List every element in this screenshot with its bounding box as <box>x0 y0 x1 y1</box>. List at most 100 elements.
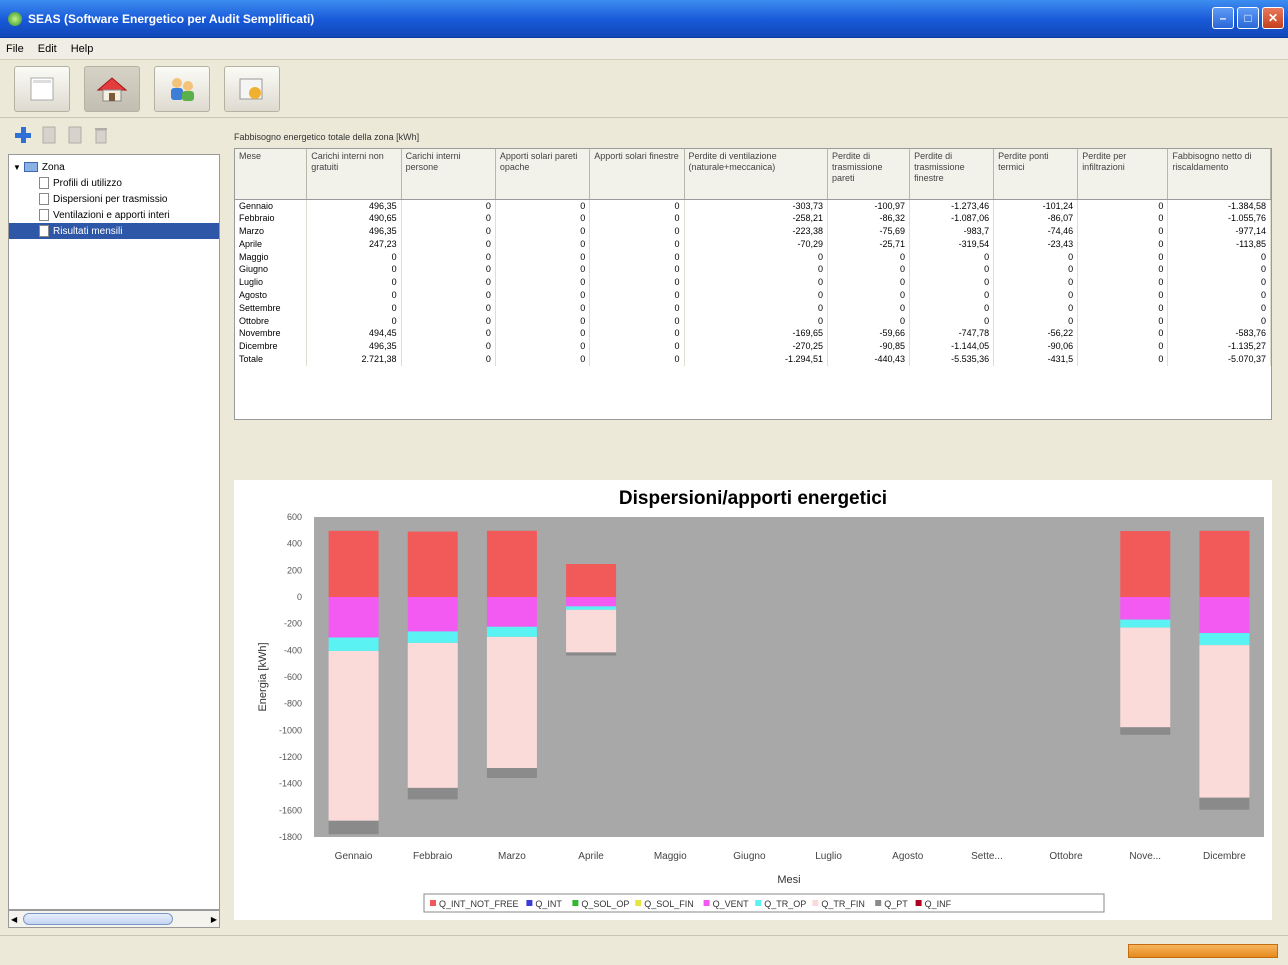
y-axis-label: Energia [kWh] <box>257 642 269 711</box>
value-cell: -100,97 <box>827 199 911 213</box>
value-cell: -1.135,27 <box>1167 340 1271 354</box>
chart-button[interactable] <box>224 65 280 112</box>
value-cell: 0 <box>1167 263 1271 277</box>
tree-horizontal-scrollbar[interactable]: ◀ ▶ <box>8 910 220 928</box>
document-edit-icon <box>42 126 56 144</box>
y-tick-label: -800 <box>284 699 302 709</box>
column-header[interactable]: Perdite ponti termici <box>993 149 1079 200</box>
x-tick-label: Nove... <box>1129 851 1161 862</box>
app-icon <box>8 11 22 26</box>
edit-button[interactable] <box>40 124 58 146</box>
home-button[interactable] <box>84 65 140 112</box>
bar-segment <box>328 597 379 638</box>
tree-item-risultati[interactable]: Risultati mensili <box>9 223 219 239</box>
legend-label: Q_INT <box>535 899 562 909</box>
column-header[interactable]: Perdite di ventilazione (naturale+meccan… <box>684 149 829 200</box>
value-cell: 2.721,38 <box>306 353 402 366</box>
column-header[interactable]: Perdite di trasmissione pareti <box>827 149 911 200</box>
people-button[interactable] <box>154 65 210 112</box>
add-button[interactable] <box>14 124 32 146</box>
zone-tree[interactable]: ▼ Zona Profili di utilizzo Dispersioni p… <box>8 154 220 910</box>
progress-bar <box>1128 944 1278 958</box>
value-cell: 247,23 <box>306 237 402 251</box>
value-cell: -101,24 <box>993 199 1079 213</box>
value-cell: 0 <box>589 314 685 328</box>
bar-segment <box>407 631 458 643</box>
value-cell: 0 <box>993 301 1079 315</box>
column-header[interactable]: Perdite di trasmissione finestre <box>909 149 995 200</box>
column-header[interactable]: Carichi interni non gratuiti <box>306 149 402 200</box>
value-cell: 0 <box>827 263 911 277</box>
table-row[interactable]: Ottobre 0 0 0 0 0 0 0 0 0 0 <box>235 314 1271 328</box>
results-panel: Fabbisogno energetico totale della zona … <box>226 120 1284 935</box>
legend-swatch <box>703 900 710 906</box>
delete-button[interactable] <box>92 124 110 146</box>
value-cell: 0 <box>306 301 402 315</box>
table-row[interactable]: Agosto 0 0 0 0 0 0 0 0 0 0 <box>235 289 1271 302</box>
expand-arrow-icon[interactable]: ▼ <box>13 163 21 172</box>
value-cell: 0 <box>306 289 402 302</box>
value-cell: 0 <box>1077 289 1169 302</box>
bar-segment <box>566 609 617 653</box>
column-header[interactable]: Apporti solari pareti opache <box>495 149 591 200</box>
close-button[interactable]: ✕ <box>1262 7 1284 29</box>
table-row[interactable]: Novembre 494,45 0 0 0 -169,65 -59,66 -747,78 -56… <box>235 327 1271 341</box>
column-header[interactable]: Apporti solari finestre <box>589 149 685 200</box>
copy-button[interactable] <box>66 124 84 146</box>
value-cell: 0 <box>827 301 911 315</box>
value-cell: 0 <box>306 314 402 328</box>
table-row[interactable]: Febbraio 490,65 0 0 0 -258,21 -86,32 -1.087,06-… <box>235 212 1271 226</box>
tree-item-profili[interactable]: Profili di utilizzo <box>9 175 219 191</box>
value-cell: 0 <box>909 263 995 277</box>
column-header[interactable]: Carichi interni persone <box>401 149 496 200</box>
menu-edit[interactable]: Edit <box>38 43 57 55</box>
value-cell: 0 <box>401 237 496 251</box>
menu-file[interactable]: File <box>6 43 24 55</box>
left-panel: ▼ Zona Profili di utilizzo Dispersioni p… <box>8 120 220 935</box>
y-tick-label: -600 <box>284 672 302 682</box>
chart-icon <box>239 78 263 99</box>
scroll-right-icon[interactable]: ▶ <box>211 915 217 924</box>
value-cell: 0 <box>1077 353 1169 366</box>
y-tick-label: -1600 <box>279 805 302 815</box>
month-cell: Novembre <box>235 327 308 341</box>
scroll-left-icon[interactable]: ◀ <box>11 915 17 924</box>
minimize-button[interactable]: – <box>1212 7 1234 29</box>
value-cell: 0 <box>684 250 829 264</box>
column-header[interactable]: Perdite per infiltrazioni <box>1077 149 1169 200</box>
legend-swatch <box>812 900 819 906</box>
bar-segment <box>1199 633 1250 646</box>
month-cell: Ottobre <box>235 314 308 328</box>
table-row[interactable]: Aprile 247,23 0 0 0 -70,29 -25,71 -319,54 -23,43… <box>235 237 1271 251</box>
value-cell: 496,35 <box>306 340 402 354</box>
value-cell: 0 <box>909 314 995 328</box>
table-row[interactable]: Luglio 0 0 0 0 0 0 0 0 0 0 <box>235 276 1271 290</box>
tree-node-zona[interactable]: ▼ Zona <box>9 159 219 175</box>
table-row[interactable]: Marzo 496,35 0 0 0 -223,38 -75,69 -983,7 -74,46 0… <box>235 225 1271 238</box>
table-row[interactable]: Totale 2.721,38 0 0 0 -1.294,51 -440,43 -5.535,… <box>235 353 1271 366</box>
value-cell: 0 <box>993 276 1079 290</box>
results-table[interactable]: Mese Carichi interni non gratuiti Carichi … <box>234 148 1272 420</box>
table-row[interactable]: Settembre 0 0 0 0 0 0 0 0 0 0 <box>235 301 1271 315</box>
value-cell: 0 <box>401 225 496 238</box>
value-cell: -5.535,36 <box>909 353 995 366</box>
tree-item-ventilazioni[interactable]: Ventilazioni e apporti interi <box>9 207 219 223</box>
value-cell: 0 <box>401 327 496 341</box>
table-row[interactable]: Giugno 0 0 0 0 0 0 0 0 0 0 <box>235 263 1271 277</box>
y-tick-label: -1800 <box>279 832 302 842</box>
table-row[interactable]: Dicembre 496,35 0 0 0 -270,25 -90,85 -1.144,05-… <box>235 340 1271 354</box>
title-bar: SEAS (Software Energetico per Audit Semp… <box>0 0 1288 38</box>
column-header[interactable]: Mese <box>235 149 308 200</box>
column-header[interactable]: Fabbisogno netto di riscaldamento <box>1167 149 1271 200</box>
month-cell: Agosto <box>235 289 308 302</box>
tree-item-dispersioni[interactable]: Dispersioni per trasmissio <box>9 191 219 207</box>
scrollbar-thumb[interactable] <box>23 913 173 925</box>
table-row[interactable]: Gennaio 496,35 0 0 0 -303,73 -100,97 -1.273,46-… <box>235 199 1271 213</box>
document-button[interactable] <box>14 65 70 112</box>
menu-help[interactable]: Help <box>71 43 94 55</box>
table-row[interactable]: Maggio 0 0 0 0 0 0 0 0 0 0 <box>235 250 1271 264</box>
maximize-button[interactable]: □ <box>1237 7 1259 29</box>
value-cell: -583,76 <box>1167 327 1271 341</box>
value-cell: 0 <box>401 276 496 290</box>
value-cell: -747,78 <box>909 327 995 341</box>
